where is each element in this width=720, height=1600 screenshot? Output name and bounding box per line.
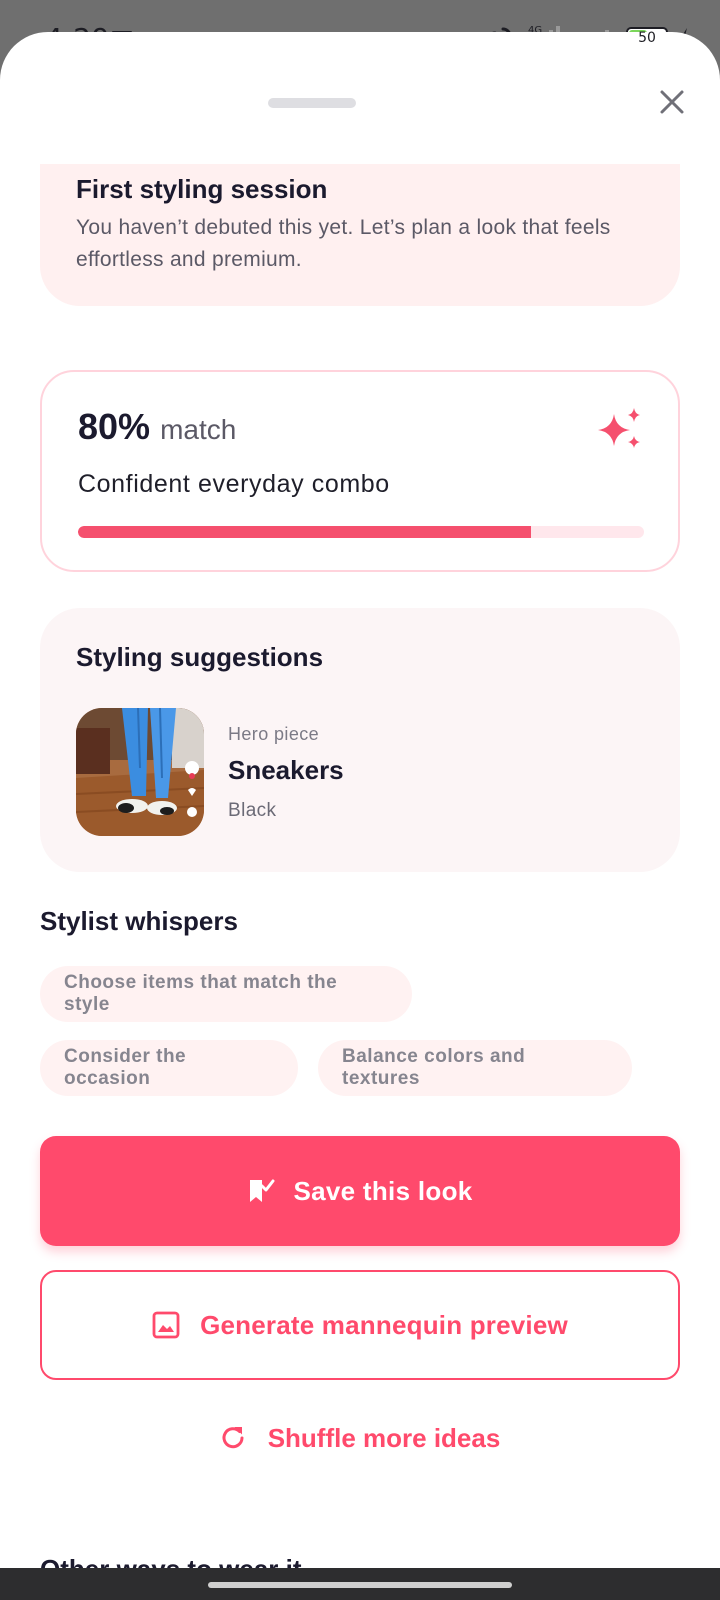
match-score: 80% match bbox=[78, 406, 236, 448]
shuffle-ideas-label: Shuffle more ideas bbox=[267, 1422, 501, 1453]
bottom-sheet: First styling session You haven’t debute… bbox=[0, 32, 720, 1568]
first-session-card: First styling session You haven’t debute… bbox=[40, 164, 680, 306]
match-label: match bbox=[160, 414, 237, 445]
battery-level: 50 bbox=[638, 30, 656, 46]
image-icon bbox=[152, 1311, 180, 1339]
refresh-icon bbox=[222, 1427, 244, 1449]
other-ways-title: Other ways to wear it bbox=[40, 1554, 302, 1568]
save-look-button[interactable]: Save this look bbox=[40, 1136, 680, 1246]
sneakers-photo bbox=[76, 708, 204, 836]
item-kicker: Hero piece bbox=[228, 724, 320, 744]
sparkle-icon bbox=[598, 408, 640, 448]
navigation-bar bbox=[0, 1568, 720, 1600]
screen: 4:29 4G bbox=[0, 0, 720, 1600]
whisper-chip[interactable]: Consider the occasion bbox=[40, 1040, 298, 1096]
close-button[interactable] bbox=[652, 82, 692, 122]
styling-suggestions-card: Styling suggestions Hero piece Sneakers … bbox=[40, 608, 680, 872]
item-thumbnail[interactable] bbox=[76, 708, 204, 836]
suggestions-title: Styling suggestions bbox=[76, 642, 324, 672]
item-color: Black bbox=[228, 800, 277, 821]
item-details: Hero piece Sneakers Black bbox=[228, 724, 344, 822]
item-name: Sneakers bbox=[228, 755, 344, 785]
match-progress-bar bbox=[78, 526, 644, 538]
close-icon bbox=[660, 90, 684, 114]
match-progress-fill bbox=[78, 526, 531, 538]
drag-handle[interactable] bbox=[268, 98, 356, 108]
whisper-chip[interactable]: Balance colors and textures bbox=[318, 1040, 632, 1096]
shuffle-ideas-button[interactable]: Shuffle more ideas bbox=[40, 1398, 680, 1478]
whispers-title: Stylist whispers bbox=[40, 906, 238, 936]
sheet-content[interactable]: First styling session You haven’t debute… bbox=[0, 164, 720, 1568]
session-text: You haven’t debuted this yet. Let’s plan… bbox=[76, 216, 611, 271]
whisper-chip[interactable]: Choose items that match the style bbox=[40, 966, 412, 1022]
match-percent: 80% bbox=[78, 406, 151, 447]
generate-mannequin-button[interactable]: Generate mannequin preview bbox=[40, 1270, 680, 1380]
session-title: First styling session bbox=[76, 174, 328, 204]
save-look-label: Save this look bbox=[293, 1175, 473, 1206]
match-card: 80% match Confident everyday combo bbox=[40, 370, 680, 572]
home-gesture-handle[interactable] bbox=[208, 1582, 512, 1588]
generate-mannequin-label: Generate mannequin preview bbox=[200, 1309, 568, 1340]
bookmark-check-icon bbox=[250, 1179, 275, 1202]
match-subtitle: Confident everyday combo bbox=[78, 470, 390, 498]
